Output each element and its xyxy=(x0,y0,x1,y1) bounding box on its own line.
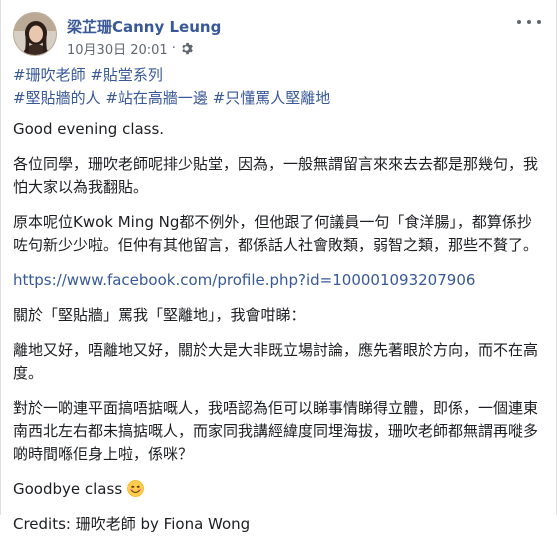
more-options-button[interactable] xyxy=(517,14,541,30)
paragraph-text: 各位同學，珊吹老師呢排少貼堂，因為，一般無謂留言來來去去都是那幾句，我怕大家以為… xyxy=(13,155,539,196)
hashtag-line: #堅貼牆的人 #站在高牆一邊 #只懂罵人堅離地 xyxy=(13,87,543,110)
hashtag-link[interactable]: #只懂罵人堅離地 xyxy=(213,89,331,107)
profile-link[interactable]: https://www.facebook.com/profile.php?id=… xyxy=(13,271,475,289)
hashtag-block: #珊吹老師 #貼堂系列 #堅貼牆的人 #站在高牆一邊 #只懂罵人堅離地 xyxy=(13,64,543,110)
hashtag-link[interactable]: #堅貼牆的人 xyxy=(13,89,101,107)
paragraph-text: 對於一啲連平面搞唔掂嘅人，我唔認為佢可以睇事情睇得立體，即係，一個連東南西北左右… xyxy=(13,399,539,463)
author-name[interactable]: 梁芷珊Canny Leung xyxy=(67,16,221,37)
smiling-face-icon xyxy=(127,480,144,497)
more-dot-icon xyxy=(517,20,521,24)
goodbye-text: Goodbye class xyxy=(13,480,123,498)
hashtag-line: #珊吹老師 #貼堂系列 xyxy=(13,64,543,87)
goodbye-paragraph: Goodbye class xyxy=(13,478,543,501)
hashtag-link[interactable]: #站在高牆一邊 xyxy=(105,89,208,107)
more-dot-icon xyxy=(527,20,531,24)
paragraph-text: 離地又好，唔離地又好，關於大是大非既立場討論，應先著眼於方向，而不在高度。 xyxy=(13,341,539,382)
paragraph-text: 原本呢位Kwok Ming Ng都不例外，但他跟了何議員一句「食洋腸」，都算係抄… xyxy=(13,213,539,254)
post-body: #珊吹老師 #貼堂系列 #堅貼牆的人 #站在高牆一邊 #只懂罵人堅離地 Good… xyxy=(13,64,543,548)
hashtag-link[interactable]: #珊吹老師 xyxy=(13,66,86,84)
avatar[interactable] xyxy=(13,12,57,56)
more-dot-icon xyxy=(537,20,541,24)
paragraph-text: 關於「堅貼牆」罵我「堅離地」，我會咁睇： xyxy=(13,306,306,324)
profile-link-paragraph: https://www.facebook.com/profile.php?id=… xyxy=(13,269,543,292)
meta-separator: · xyxy=(171,41,176,56)
credits-text: Credits: 珊吹老師 by Fiona Wong xyxy=(13,515,251,533)
post-header: 梁芷珊Canny Leung 10月30日 20:01 · xyxy=(13,12,545,60)
greeting-text: Good evening class. xyxy=(13,120,165,138)
hashtag-link[interactable]: #貼堂系列 xyxy=(90,66,163,84)
profile-photo xyxy=(14,13,56,55)
post-meta: 10月30日 20:01 · xyxy=(67,39,193,58)
facebook-post: 梁芷珊Canny Leung 10月30日 20:01 · #珊吹老師 #貼堂系… xyxy=(0,0,557,533)
post-timestamp[interactable]: 10月30日 20:01 xyxy=(67,39,168,58)
gear-icon[interactable] xyxy=(180,42,193,55)
